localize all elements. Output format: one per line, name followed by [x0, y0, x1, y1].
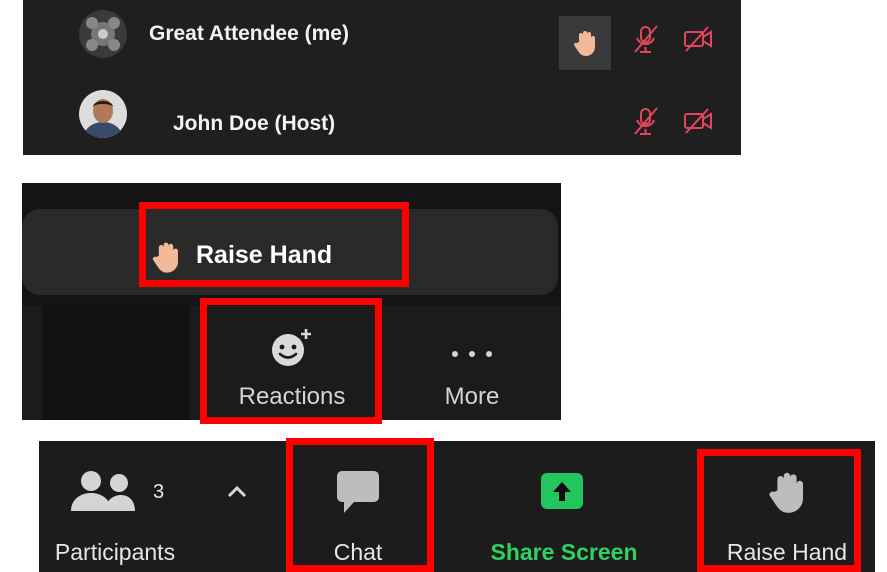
reactions-bar: Raise Hand: [22, 209, 558, 295]
emoji-add-icon: [272, 329, 311, 366]
reactions-toolbar: Reactions More: [22, 306, 561, 420]
video-off-icon[interactable]: [683, 106, 713, 136]
more-label: More: [444, 383, 500, 410]
meeting-toolbar: 3 Participants Chat Share Screen Raise H…: [39, 441, 875, 572]
raised-hand-indicator: [559, 16, 611, 70]
chat-button[interactable]: Chat: [294, 441, 422, 572]
participant-row-me[interactable]: Great Attendee (me): [23, 0, 741, 76]
hand-icon: [769, 472, 803, 513]
video-off-icon[interactable]: [683, 24, 713, 54]
participants-label: Participants: [54, 539, 176, 565]
participant-row-host[interactable]: John Doe (Host): [23, 78, 741, 154]
raise-hand-label: Raise Hand: [726, 539, 848, 565]
chevron-up-icon[interactable]: [226, 485, 248, 499]
hand-icon: [573, 31, 595, 56]
hand-icon: [152, 242, 178, 273]
chat-label: Chat: [333, 539, 383, 565]
participants-icon: [71, 471, 135, 511]
avatar: [79, 90, 127, 138]
more-button[interactable]: More: [422, 306, 522, 420]
raise-hand-button[interactable]: Raise Hand: [707, 441, 867, 572]
share-screen-icon: [541, 473, 583, 509]
raise-hand-label: Raise Hand: [196, 241, 333, 269]
muted-mic-icon[interactable]: [631, 24, 661, 54]
more-dots-icon: [452, 351, 492, 357]
reactions-panel: Raise Hand Reactions More: [22, 183, 561, 420]
avatar: [79, 10, 127, 58]
participants-count: 3: [153, 481, 165, 503]
reactions-label: Reactions: [238, 383, 346, 410]
reactions-button[interactable]: Reactions: [212, 306, 372, 420]
video-tile: [42, 306, 190, 420]
share-screen-button[interactable]: Share Screen: [479, 441, 669, 572]
share-screen-label: Share Screen: [490, 539, 638, 565]
participants-list: Great Attendee (me) John Doe (Host): [23, 0, 741, 155]
muted-mic-icon[interactable]: [631, 106, 661, 136]
participant-name: John Doe (Host): [173, 112, 336, 135]
participant-name: Great Attendee (me): [149, 22, 349, 45]
chat-bubble-icon: [337, 471, 379, 513]
participants-button[interactable]: 3 Participants: [39, 441, 269, 572]
